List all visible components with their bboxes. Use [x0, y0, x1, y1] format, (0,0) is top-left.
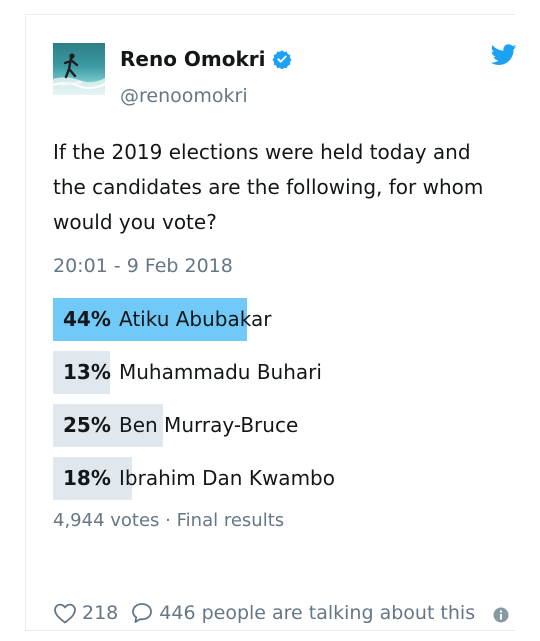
tweet-timestamp[interactable]: 20:01 - 9 Feb 2018 — [53, 255, 233, 277]
twitter-bird-icon[interactable] — [491, 43, 517, 67]
poll-choice: 18% Ibrahim Dan Kwambo — [53, 457, 493, 500]
poll-percent: 18% — [63, 466, 111, 490]
poll-choice-label: Atiku Abubakar — [119, 307, 272, 331]
speech-bubble-icon[interactable] — [130, 601, 154, 625]
author-handle[interactable]: @renoomokri — [120, 85, 248, 107]
avatar[interactable] — [53, 43, 105, 95]
info-icon[interactable] — [493, 607, 509, 623]
like-count[interactable]: 218 — [82, 602, 118, 624]
poll-choice: 13% Muhammadu Buhari — [53, 351, 493, 394]
poll-vote-count: 4,944 votes — [53, 510, 160, 531]
poll-choice-label: Muhammadu Buhari — [119, 360, 322, 384]
author-display-name[interactable]: Reno Omokri — [120, 47, 266, 71]
tweet-card: Reno Omokri @renoomokri If the 2019 elec… — [25, 14, 517, 631]
poll-status: Final results — [176, 510, 285, 531]
talking-about-link[interactable]: 446 people are talking about this — [159, 602, 475, 624]
poll-percent: 25% — [63, 413, 111, 437]
poll-choice-label: Ibrahim Dan Kwambo — [119, 466, 335, 490]
tweet-text: If the 2019 elections were held today an… — [53, 140, 484, 234]
poll-choice-label: Ben Murray-Bruce — [119, 413, 299, 437]
poll-choice: 25% Ben Murray-Bruce — [53, 404, 493, 447]
tweet-footer: 218 446 people are talking about this — [53, 601, 475, 625]
poll: 44% Atiku Abubakar 13% Muhammadu Buhari 25% B… — [53, 298, 493, 510]
verified-badge-icon — [271, 50, 292, 69]
heart-icon[interactable] — [53, 602, 77, 624]
poll-meta-separator: · — [165, 510, 171, 531]
poll-choice: 44% Atiku Abubakar — [53, 298, 493, 341]
avatar-image — [53, 53, 105, 95]
poll-percent: 44% — [63, 307, 111, 331]
author-name-row[interactable]: Reno Omokri — [120, 47, 292, 71]
poll-meta: 4,944 votes · Final results — [53, 510, 284, 531]
poll-percent: 13% — [63, 360, 111, 384]
